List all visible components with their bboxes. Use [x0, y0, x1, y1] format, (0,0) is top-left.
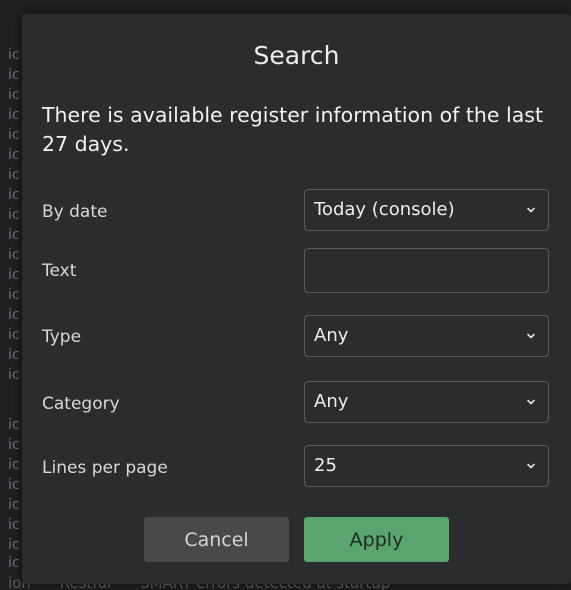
background-row-fragment: ic — [8, 87, 20, 103]
type-label: Type — [42, 327, 82, 347]
background-row-fragment: ic — [8, 497, 20, 513]
background-row-fragment: ic — [8, 67, 20, 83]
background-row-fragment: ic — [8, 247, 20, 263]
background-row-fragment: ic — [8, 537, 20, 553]
background-row-fragment: ic — [8, 187, 20, 203]
background-row-fragment: ic — [8, 307, 20, 323]
background-row-fragment: ic — [8, 367, 20, 383]
background-row-fragment: ic — [8, 107, 20, 123]
chevron-down-icon — [527, 463, 535, 469]
background-row-fragment: ic — [8, 327, 20, 343]
by-date-label: By date — [42, 202, 108, 222]
background-row-fragment: ic — [8, 437, 20, 453]
text-label: Text — [42, 261, 77, 281]
background-row-fragment: ic — [8, 267, 20, 283]
type-value: Any — [314, 325, 349, 346]
background-row-fragment: ic — [8, 457, 20, 473]
chevron-down-icon — [527, 333, 535, 339]
background-row-fragment: ic — [8, 167, 20, 183]
by-date-select[interactable]: Today (console) — [304, 189, 549, 231]
search-dialog: Search There is available register infor… — [22, 14, 571, 584]
background-row-fragment: ic — [8, 287, 20, 303]
background-row-fragment: ic — [8, 477, 20, 493]
background-row-fragment: ic — [8, 555, 20, 571]
lines-per-page-label: Lines per page — [42, 458, 168, 478]
lines-per-page-value: 25 — [314, 455, 337, 476]
by-date-value: Today (console) — [314, 199, 455, 220]
category-label: Category — [42, 394, 120, 414]
cancel-button[interactable]: Cancel — [144, 517, 289, 562]
chevron-down-icon — [527, 399, 535, 405]
background-row-fragment: ic — [8, 347, 20, 363]
background-row-fragment: ic — [8, 127, 20, 143]
background-row-fragment: ic — [8, 227, 20, 243]
category-select[interactable]: Any — [304, 381, 549, 423]
background-row-fragment: ic — [8, 147, 20, 163]
background-row-fragment: ic — [8, 417, 20, 433]
background-row-fragment: ic — [8, 207, 20, 223]
text-input[interactable] — [304, 248, 549, 293]
background-row-fragment: ic — [8, 47, 20, 63]
apply-button[interactable]: Apply — [304, 517, 449, 562]
dialog-title: Search — [253, 41, 340, 70]
type-select[interactable]: Any — [304, 315, 549, 357]
dialog-info-text: There is available register information … — [42, 103, 543, 156]
lines-per-page-select[interactable]: 25 — [304, 445, 549, 487]
background-row-fragment: ic — [8, 517, 20, 533]
category-value: Any — [314, 391, 349, 412]
chevron-down-icon — [527, 207, 535, 213]
